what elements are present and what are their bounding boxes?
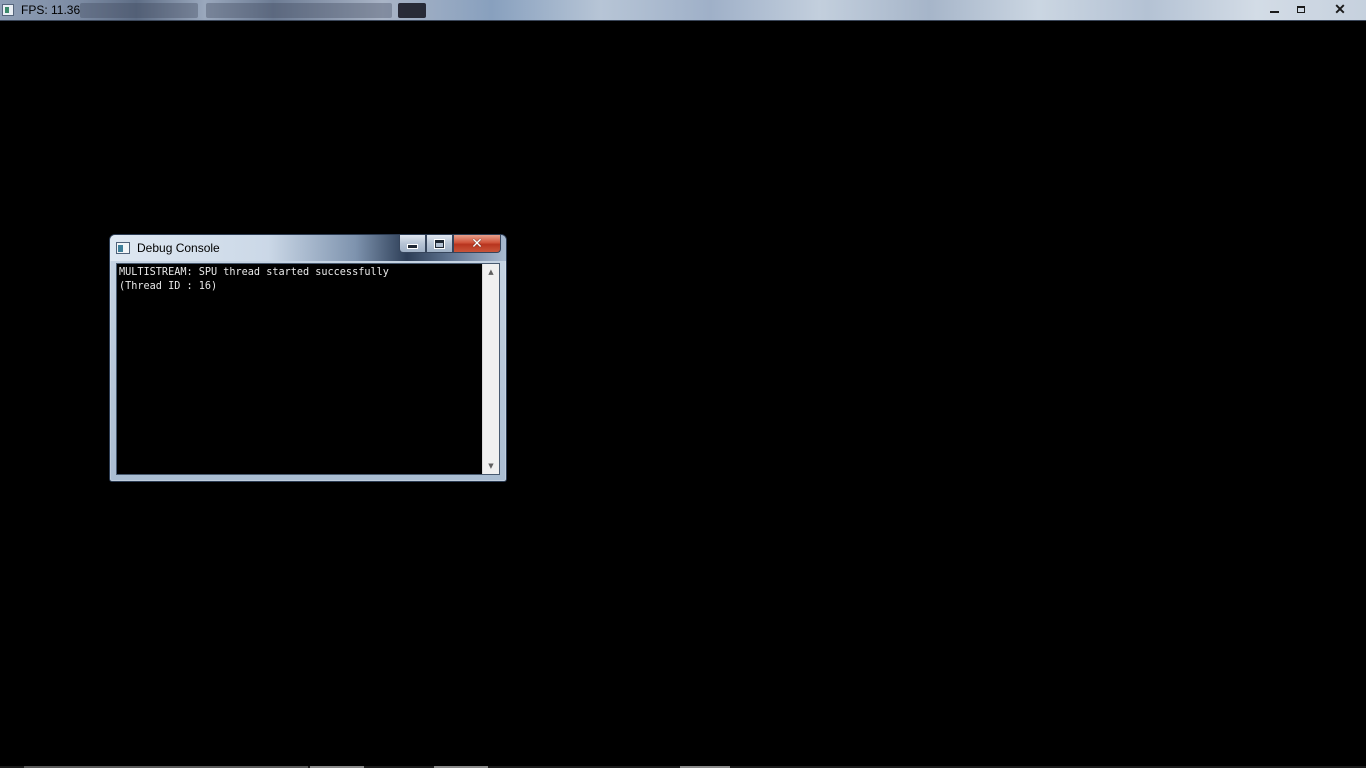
- minimize-button[interactable]: [1261, 0, 1287, 18]
- restore-button[interactable]: [1288, 0, 1314, 18]
- console-line: (Thread ID : 16): [119, 281, 218, 292]
- app-icon: [2, 4, 14, 16]
- main-titlebar[interactable]: FPS: 11.36 ✕: [0, 0, 1366, 21]
- window-title: FPS: 11.36: [21, 3, 81, 17]
- debug-close-button[interactable]: ✕: [453, 235, 501, 253]
- close-icon: ✕: [471, 235, 483, 252]
- scroll-down-icon[interactable]: ▼: [483, 459, 499, 473]
- console-line: MULTISTREAM: SPU thread started successf…: [119, 267, 389, 278]
- maximize-icon: [435, 239, 444, 248]
- debug-minimize-button[interactable]: [399, 235, 426, 253]
- debug-console-window[interactable]: Debug Console ✕ MULTISTREAM: SPU thread …: [109, 234, 507, 482]
- background-blur: [206, 3, 392, 18]
- close-icon: ✕: [1334, 0, 1346, 17]
- console-icon: [116, 242, 130, 254]
- vertical-scrollbar[interactable]: ▲ ▼: [482, 264, 499, 474]
- close-button[interactable]: ✕: [1316, 0, 1364, 18]
- debug-maximize-button[interactable]: [426, 235, 453, 253]
- minimize-icon: [407, 244, 418, 249]
- minimize-icon: [1269, 11, 1279, 13]
- console-output: MULTISTREAM: SPU thread started successf…: [119, 266, 481, 294]
- background-blur: [398, 3, 426, 18]
- restore-icon: [1297, 5, 1305, 13]
- background-blur: [80, 3, 198, 18]
- console-output-area[interactable]: MULTISTREAM: SPU thread started successf…: [116, 263, 500, 475]
- debug-console-title: Debug Console: [137, 241, 220, 255]
- scroll-up-icon[interactable]: ▲: [483, 265, 499, 279]
